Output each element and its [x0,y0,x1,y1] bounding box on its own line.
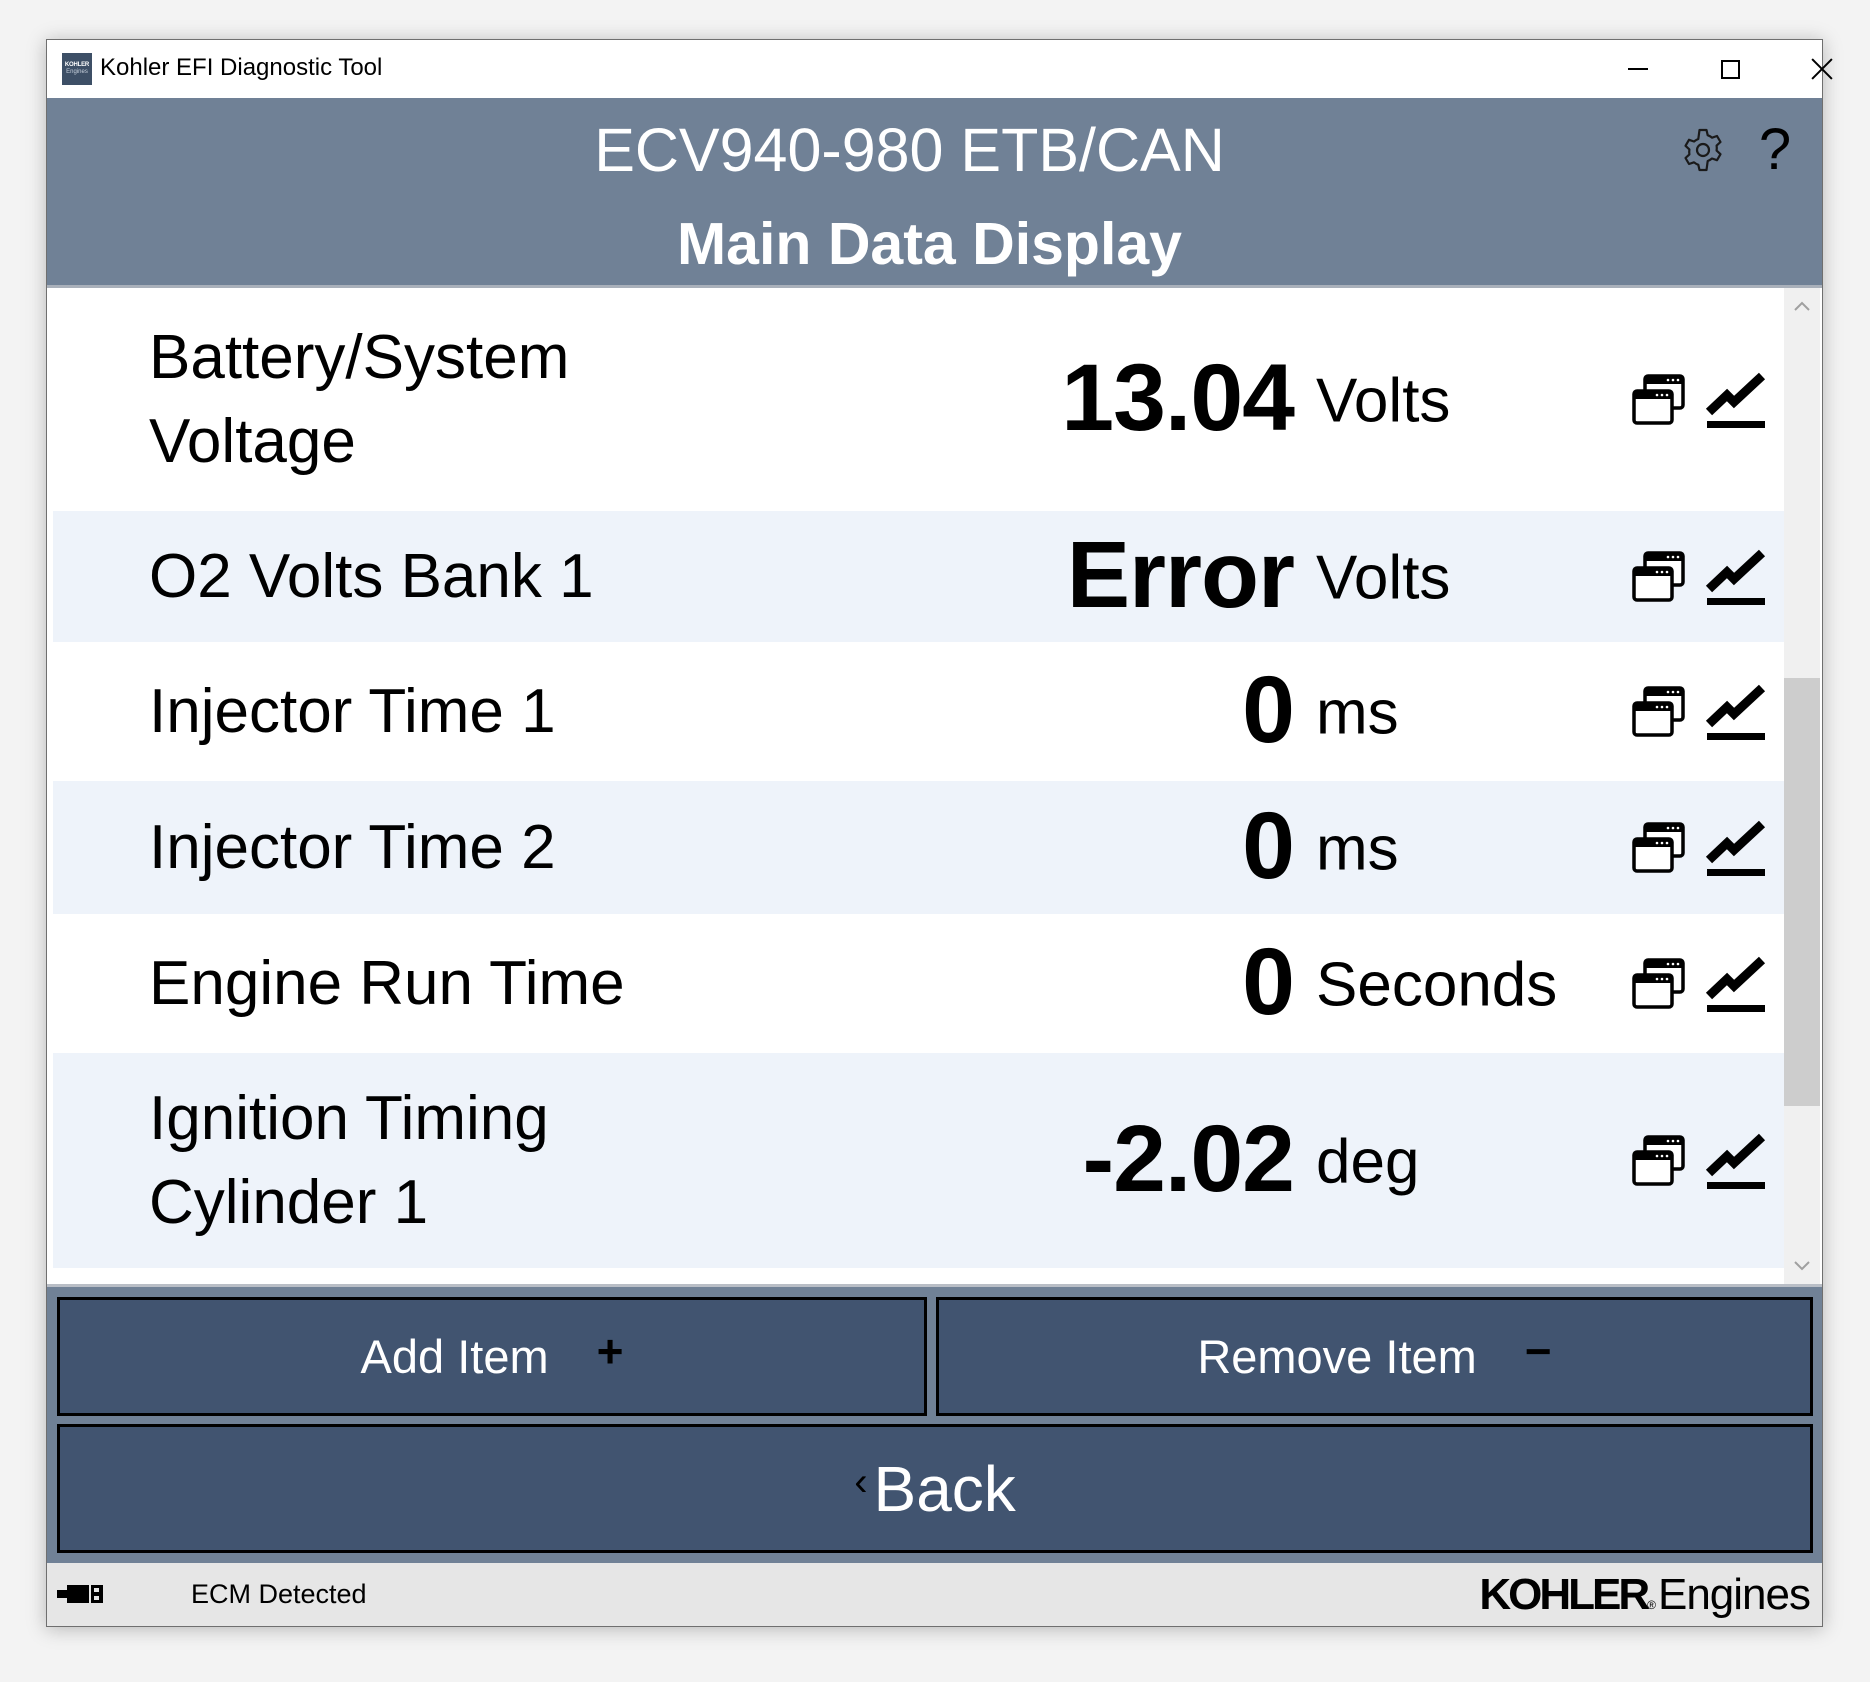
connection-status: ECM Detected [191,1579,367,1609]
row-label: O2 Volts Bank 1 [149,541,594,611]
help-icon[interactable]: ? [1755,120,1795,180]
app-icon-line1: KOHLER [64,62,90,68]
brand-suffix: Engines [1657,1570,1811,1619]
kohler-app-icon: KOHLER Engines [62,53,92,85]
popout-window-icon[interactable] [1631,373,1687,426]
chevron-left-icon: ‹ [854,1460,868,1504]
row-unit: Volts [1316,366,1451,436]
close-icon [1811,58,1833,80]
brand-name: KOHLER [1479,1570,1650,1619]
popout-window-icon[interactable] [1631,550,1687,603]
row-label: Ignition Timing Cylinder 1 [149,1083,549,1237]
vertical-scrollbar[interactable] [1784,288,1820,1284]
popout-window-icon[interactable] [1631,685,1687,738]
data-row-engine-run-time: Engine Run Time 0 Seconds [53,914,1784,1053]
data-row-battery-voltage: Battery/System Voltage 13.04 Volts [53,288,1784,511]
row-value: -2.02 [1082,1105,1295,1212]
add-item-label: Add Item [360,1329,549,1383]
trend-chart-icon[interactable] [1705,680,1767,744]
data-row-ignition-timing: Ignition Timing Cylinder 1 -2.02 deg [53,1053,1784,1268]
gear-icon[interactable] [1678,126,1728,176]
popout-window-icon[interactable] [1631,1134,1687,1187]
window-title: Kohler EFI Diagnostic Tool [100,54,383,81]
row-label: Injector Time 1 [149,676,556,746]
close-button[interactable] [1776,40,1868,98]
plus-icon: + [596,1324,624,1377]
scroll-thumb[interactable] [1784,678,1820,1106]
trend-chart-icon[interactable] [1705,952,1767,1016]
page-title: Main Data Display [677,211,1182,277]
data-row-injector-time-1: Injector Time 1 0 ms [53,642,1784,781]
trend-chart-icon[interactable] [1705,545,1767,609]
row-label: Engine Run Time [149,948,625,1018]
action-button-area: Add Item + Remove Item − ‹ Back [47,1284,1822,1563]
chevron-down-icon [1794,1261,1810,1271]
popout-window-icon[interactable] [1631,821,1687,874]
remove-item-label: Remove Item [1197,1329,1477,1383]
row-label: Battery/System Voltage [149,322,570,476]
data-row-injector-time-2: Injector Time 2 0 ms [53,781,1784,914]
registered-mark: ® [1647,1598,1656,1612]
row-unit: deg [1316,1127,1420,1197]
data-row-o2-volts: O2 Volts Bank 1 Error Volts [53,511,1784,642]
popout-window-icon[interactable] [1631,957,1687,1010]
title-bar[interactable]: KOHLER Engines Kohler EFI Diagnostic Too… [47,40,1822,98]
row-value: 13.04 [1061,344,1295,451]
row-unit: Seconds [1316,950,1558,1020]
row-unit: ms [1316,814,1399,884]
trend-chart-icon[interactable] [1705,816,1767,880]
scroll-up-button[interactable] [1784,288,1820,324]
trend-chart-icon[interactable] [1705,368,1767,432]
kohler-engines-logo: KOHLER®Engines [1479,1569,1811,1631]
trend-chart-icon[interactable] [1705,1129,1767,1193]
row-value: 0 [1242,928,1295,1035]
row-value: 0 [1242,792,1295,899]
app-window: KOHLER Engines Kohler EFI Diagnostic Too… [46,39,1823,1627]
row-label: Injector Time 2 [149,812,556,882]
add-item-button[interactable]: Add Item + [57,1297,927,1416]
minimize-button[interactable] [1592,40,1684,98]
data-list: Battery/System Voltage 13.04 Volts O2 Vo… [47,288,1784,1284]
scroll-down-button[interactable] [1784,1248,1820,1284]
back-label: Back [873,1452,1016,1525]
row-unit: ms [1316,678,1399,748]
maximize-icon [1720,59,1740,79]
row-value: 0 [1242,656,1295,763]
row-value: Error [1066,521,1295,628]
row-unit: Volts [1316,543,1451,613]
minus-icon: − [1524,1324,1552,1377]
chevron-up-icon [1794,301,1810,311]
back-button[interactable]: ‹ Back [57,1424,1813,1553]
maximize-button[interactable] [1684,40,1776,98]
app-icon-line2: Engines [66,69,88,75]
minimize-icon [1628,68,1648,70]
usb-plug-icon [57,1585,103,1603]
remove-item-button[interactable]: Remove Item − [936,1297,1813,1416]
ecm-model-title: ECV940-980 ETB/CAN [594,116,1225,184]
status-bar: ECM Detected KOHLER®Engines [47,1563,1822,1626]
page-header: ECV940-980 ETB/CAN Main Data Display ? [47,98,1822,288]
